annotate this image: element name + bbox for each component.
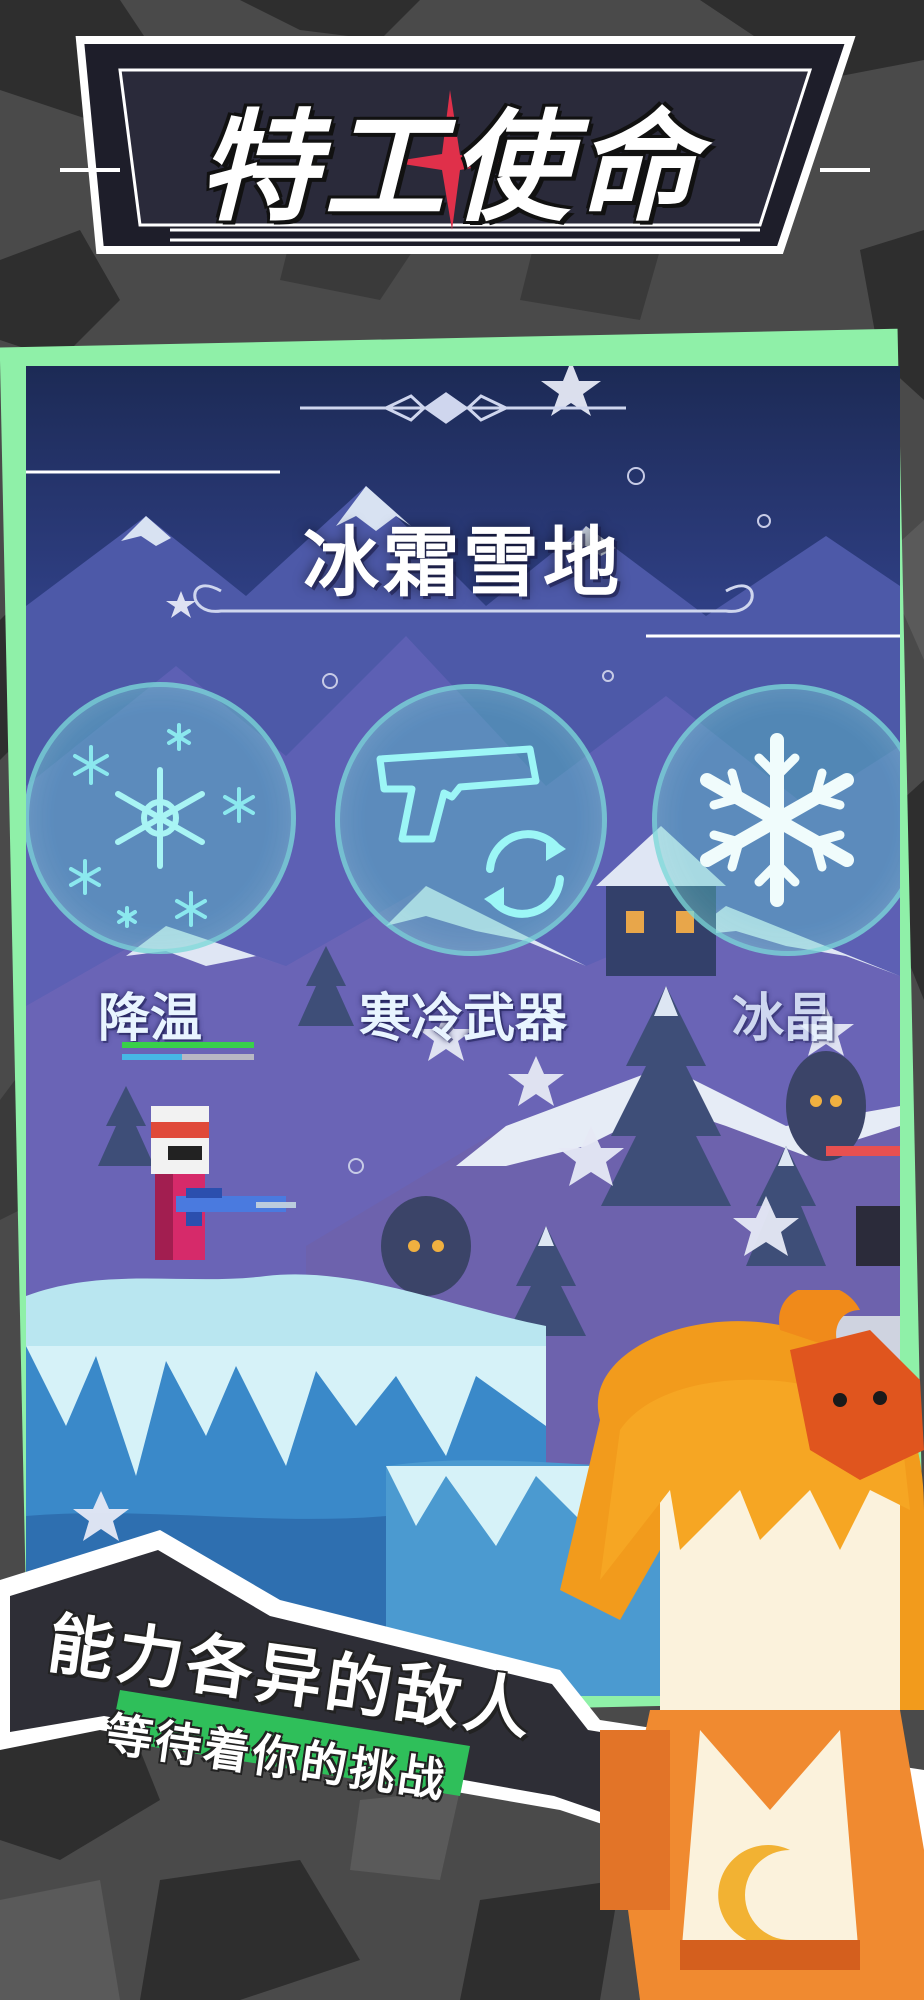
logo-title: 特工使命: [198, 99, 702, 238]
level-title: 冰霜雪地: [303, 518, 623, 607]
mascot-character: [560, 1290, 924, 2000]
skill-2-circle[interactable]: [335, 684, 607, 956]
skill-3-circle[interactable]: [652, 684, 900, 956]
skill-1-label: 降温: [98, 989, 203, 1049]
snowflakes-icon: [69, 723, 255, 928]
ice-crystal-icon: [700, 733, 854, 907]
health-bar: [122, 1042, 254, 1048]
skill-1-circle[interactable]: [26, 682, 296, 954]
pistol-reload-icon: [376, 745, 566, 918]
skill-3-label: 冰晶: [732, 989, 837, 1049]
shield-bar: [122, 1054, 182, 1060]
skill-2-label: 寒冷武器: [359, 989, 568, 1049]
shield-bar-empty: [182, 1054, 254, 1060]
